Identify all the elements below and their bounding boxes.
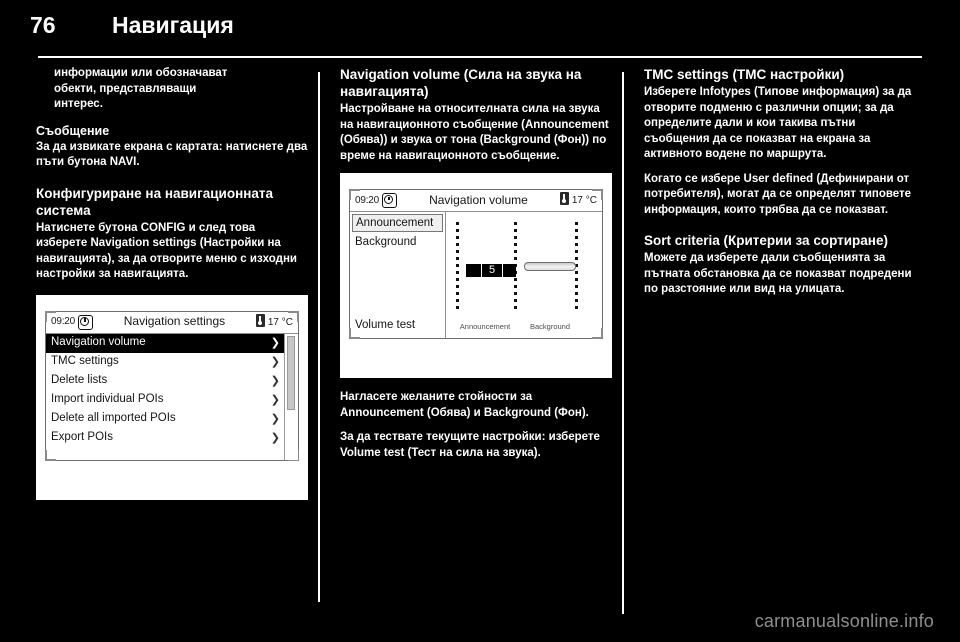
site-watermark: carmanualsonline.info — [754, 611, 934, 631]
display-title: Navigation volume — [429, 192, 528, 207]
heading-announcement: Съобщение — [36, 123, 110, 138]
heading-configure-nav-system: Конфигуриране на навигационната система — [36, 185, 274, 218]
volume-test-text: За да тествате текущите настройки: избер… — [340, 431, 600, 459]
page-number: 76 — [30, 12, 56, 38]
heading-sort-criteria: Sort criteria (Критерии за сортиране) — [644, 233, 888, 248]
display-status-bar: 09:20 Navigation settings 17 °C — [46, 312, 298, 334]
sort-criteria-text: Можете да изберете дали съобщенията за п… — [644, 252, 912, 295]
column-2: Navigation volume (Сила на звука на нави… — [340, 66, 612, 470]
thermometer-icon — [255, 313, 265, 327]
announcement-text: За да извикате екрана с картата: натисне… — [36, 140, 308, 169]
clock-icon — [78, 314, 94, 330]
navigation-volume-intro: Настройване на относителната сила на зву… — [340, 103, 609, 162]
radio-display-navigation-settings: 09:20 Navigation settings 17 °C Navigati… — [45, 310, 299, 461]
menu-item-tmc-settings[interactable]: TMC settings ❯ — [46, 353, 284, 372]
chevron-right-icon: ❯ — [270, 336, 280, 349]
chevron-right-icon: ❯ — [270, 393, 280, 406]
menu-item-navigation-volume[interactable]: Navigation volume ❯ — [46, 333, 284, 353]
slider-announcement[interactable]: 5 — [466, 263, 516, 278]
display-status-bar: 09:20 Navigation volume 17 °C — [350, 190, 602, 212]
menu-item-delete-all-imported-pois[interactable]: Delete all imported POIs ❯ — [46, 410, 284, 429]
clock-icon — [382, 193, 398, 208]
menu-item-label: TMC settings — [51, 355, 119, 368]
figure-navigation-settings: 09:20 Navigation settings 17 °C Navigati… — [36, 294, 308, 500]
column-1: информации или обозначават обекти, предс… — [36, 66, 308, 512]
menu-item-label: Import individual POIs — [51, 393, 164, 406]
volume-option-announcement[interactable]: Announcement — [352, 214, 443, 232]
volume-adjust-text: Нагласете желаните стойности за Announce… — [340, 391, 589, 419]
column-divider-2 — [622, 72, 624, 602]
header-divider — [38, 56, 922, 58]
heading-tmc-settings: TMC settings (TMC настройки) — [644, 67, 845, 82]
heading-navigation-volume: Navigation volume (Сила на звука на нави… — [340, 67, 582, 99]
volume-option-list: Announcement Background Volume test — [350, 212, 446, 338]
tick-column-left — [456, 222, 459, 310]
menu-item-delete-lists[interactable]: Delete lists ❯ — [46, 372, 284, 391]
thermometer-icon — [559, 192, 569, 206]
footer-divider-tick — [622, 600, 624, 614]
display-corner-top-left — [45, 310, 56, 322]
display-title: Navigation settings — [123, 314, 226, 329]
user-defined-text: Когато се избере User defined (Дефиниран… — [644, 172, 912, 216]
column-3: TMC settings (TMC настройки) Изберете In… — [644, 66, 916, 307]
column-divider-1 — [318, 72, 320, 602]
menu-item-label: Delete lists — [51, 374, 108, 387]
volume-option-background[interactable]: Background — [350, 233, 445, 250]
menu-scrollbar-thumb[interactable] — [287, 335, 295, 410]
figure-navigation-volume: 09:20 Navigation volume 17 °C Announceme… — [340, 173, 612, 378]
volume-test-button[interactable]: Volume test — [355, 318, 415, 334]
menu-item-label: Delete all imported POIs — [51, 412, 176, 425]
display-volume-body: Announcement Background Volume test 5 An… — [350, 212, 602, 338]
menu-item-label: Export POIs — [51, 431, 113, 444]
volume-sliders-panel: 5 Announcement Background — [446, 212, 602, 338]
menu-item-export-pois[interactable]: Export POIs ❯ — [46, 429, 284, 448]
display-corner-top-left — [349, 189, 360, 200]
tmc-settings-text: Изберете Infotypes (Типове информация) з… — [644, 86, 912, 160]
chevron-right-icon: ❯ — [270, 431, 280, 444]
continued-line-1: информации или обозначават — [54, 67, 228, 79]
menu-item-label: Navigation volume — [51, 336, 146, 349]
slider-caption-background: Background — [529, 321, 571, 331]
continued-line-3: интерес. — [54, 98, 103, 110]
menu-scrollbar[interactable] — [284, 333, 298, 460]
slider-background[interactable] — [524, 262, 576, 271]
page-header: 76 Навигация — [0, 0, 960, 58]
navigation-settings-menu: Navigation volume ❯ TMC settings ❯ Delet… — [46, 333, 284, 460]
page-title: Навигация — [112, 12, 234, 38]
chevron-right-icon: ❯ — [270, 412, 280, 425]
display-corner-top-right — [592, 189, 603, 200]
content-columns: информации или обозначават обекти, предс… — [0, 66, 960, 611]
chevron-right-icon: ❯ — [270, 355, 280, 368]
slider-announcement-value: 5 — [481, 263, 503, 278]
slider-caption-announcement: Announcement — [459, 321, 511, 331]
display-corner-top-right — [288, 310, 299, 322]
continued-line-2: обекти, представляващи — [54, 82, 197, 95]
chevron-right-icon: ❯ — [270, 374, 280, 387]
radio-display-navigation-volume: 09:20 Navigation volume 17 °C Announceme… — [349, 189, 603, 339]
display-menu-body: Navigation volume ❯ TMC settings ❯ Delet… — [46, 333, 298, 460]
menu-item-import-individual-pois[interactable]: Import individual POIs ❯ — [46, 391, 284, 410]
configure-nav-text: Натиснете бутона CONFIG и след това избе… — [36, 221, 297, 281]
